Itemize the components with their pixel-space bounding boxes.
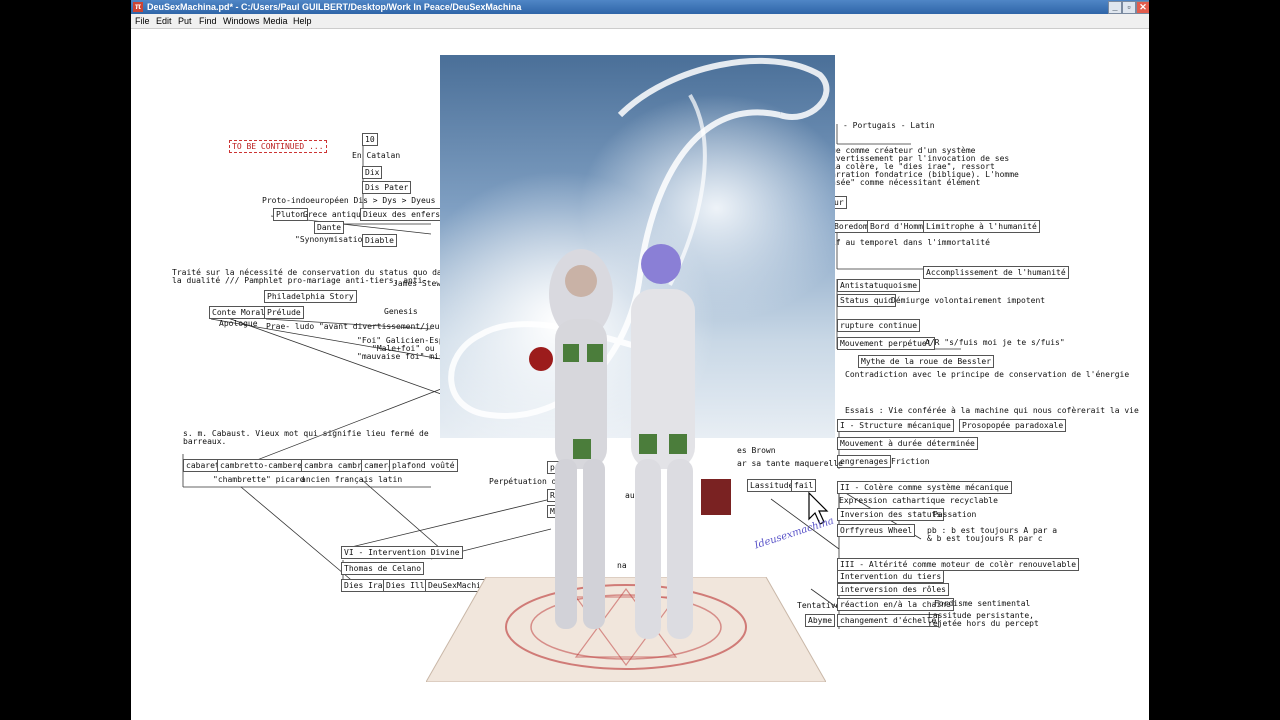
close-button[interactable]: ✕ [1136, 1, 1149, 14]
friction-comment: Friction [891, 457, 930, 466]
engrenages-object[interactable]: engrenages [837, 455, 892, 468]
traite-comment-line2: la dualité /// Pamphlet pro-mariage anti… [172, 276, 428, 285]
minimize-button[interactable]: _ [1108, 1, 1122, 14]
prosopopee-object[interactable]: Prosopopée paradoxale [959, 419, 1067, 432]
ue-comment-5: nsée" comme nécessitant élément [831, 178, 981, 187]
prae-comment: Prae- ludo "avant divertissement/jeu/éba… [266, 322, 469, 331]
duree-object[interactable]: Mouvement à durée déterminée [837, 437, 978, 450]
portugais-comment: - Portugais - Latin [843, 121, 935, 130]
dix-object[interactable]: Dix [362, 166, 383, 179]
menu-edit[interactable]: Edit [156, 14, 172, 28]
rejetee-comment: rejetée hors du percept [928, 619, 1039, 628]
figures-drawing [529, 244, 731, 639]
dieux-enfers-object[interactable]: Dieux des enfers [360, 208, 444, 221]
cambra-object[interactable]: cambra cambre [301, 459, 370, 472]
pd-window: π DeuSexMachina.pd* - C:/Users/Paul GUIL… [131, 0, 1149, 720]
fail-object[interactable]: fail [791, 479, 817, 492]
dante-object[interactable]: Dante [314, 221, 345, 234]
fordisme-comment: Fordisme sentimental [934, 599, 1031, 608]
apologue-comment: Apologue [219, 319, 258, 328]
interversion-object[interactable]: interversion des rôles [837, 583, 949, 596]
to-be-continued-comment[interactable]: TO BE CONTINUED ... [229, 140, 327, 153]
menu-file[interactable]: File [135, 14, 150, 28]
limitrophe-object[interactable]: Limitrophe à l'humanité [923, 220, 1040, 233]
demiurge-comment: Démiurge volontairement impotent [891, 296, 1046, 305]
passation-comment: Passation [933, 510, 977, 519]
prelude-object[interactable]: Prélude [264, 306, 304, 319]
en-catalan-comment: En Catalan [352, 151, 401, 160]
menu-help[interactable]: Help [293, 14, 312, 28]
window-title: DeuSexMachina.pd* - C:/Users/Paul GUILBE… [147, 2, 522, 12]
philadelphia-object[interactable]: Philadelphia Story [264, 290, 357, 303]
rupture-object[interactable]: rupture continue [837, 319, 921, 332]
cambretto-object[interactable]: cambretto-camberete [217, 459, 315, 472]
ar-comment: A/R "s/fuis moi je te s/fuis" [925, 338, 1065, 347]
conte-moral-object[interactable]: Conte Moral [209, 306, 268, 319]
number-box[interactable]: 10 [362, 133, 378, 146]
status-quid-object[interactable]: Status quid [837, 294, 896, 307]
contradiction-comment: Contradiction avec le principe de conser… [845, 370, 1130, 379]
mouvement-object[interactable]: Mouvement perpétuel [837, 337, 935, 350]
chambrette-comment: "chambrette" picard [213, 475, 305, 484]
changement-object[interactable]: changement d'échelle [837, 614, 940, 627]
essais-comment: Essais : Vie conférée à la machine qui n… [845, 406, 1139, 415]
genesis-comment: Genesis [384, 307, 418, 316]
menu-put[interactable]: Put [178, 14, 192, 28]
plafond-object[interactable]: plafond voûté [389, 459, 458, 472]
maximize-button[interactable]: ▫ [1122, 1, 1136, 14]
structure-object[interactable]: I - Structure mécanique [837, 419, 954, 432]
if-temporel-comment: if au temporel dans l'immortalité [831, 238, 990, 247]
antistat-object[interactable]: Antistatuquoisme [837, 279, 921, 292]
synonymisation-comment: "Synonymisation" [295, 235, 373, 244]
title-bar: π DeuSexMachina.pd* - C:/Users/Paul GUIL… [131, 0, 1149, 14]
menu-windows[interactable]: Windows [223, 14, 260, 28]
thomas-object[interactable]: Thomas de Celano [341, 562, 425, 575]
lassitude-object[interactable]: Lassitude [747, 479, 797, 492]
cabaust-comment-2: barreaux. [183, 437, 227, 446]
grece-comment: Grece antique [303, 210, 366, 219]
boredom-object[interactable]: Boredom [831, 220, 871, 233]
intervention-tiers-object[interactable]: Intervention du tiers [837, 570, 945, 583]
orffyreus-object[interactable]: Orffyreus Wheel [837, 524, 916, 537]
bord-homme-object[interactable]: Bord d'Homme [867, 220, 931, 233]
diable-object[interactable]: Diable [362, 234, 397, 247]
maquerelle-comment: ar sa tante maquerelle [737, 459, 843, 468]
proto-comment: Proto-indoeuropéen Dis > Dys > Dyeus > d… [262, 196, 470, 205]
patch-canvas[interactable]: TO BE CONTINUED ... 10 En Catalan Dix Di… [131, 29, 1149, 720]
ancien-comment: ancien français latin [301, 475, 403, 484]
menu-media[interactable]: Media [263, 14, 288, 28]
intervention-divine-object[interactable]: VI - Intervention Divine [341, 546, 463, 559]
inversion-object[interactable]: Inversion des statuts [837, 508, 945, 521]
mythe-object[interactable]: Mythe de la roue de Bessler [858, 355, 995, 368]
dis-pater-object[interactable]: Dis Pater [362, 181, 412, 194]
menu-bar: File Edit Put Find Windows Media Help [131, 14, 1149, 29]
cathartique-comment: Expression cathartique recyclable [839, 496, 998, 505]
pd-icon: π [133, 2, 143, 12]
menu-find[interactable]: Find [199, 14, 217, 28]
pb-comment-2: & b est toujours R par c [927, 534, 1043, 543]
colere-object[interactable]: II - Colère comme système mécanique [837, 481, 1012, 494]
accomplissement-object[interactable]: Accomplissement de l'humanité [923, 266, 1069, 279]
